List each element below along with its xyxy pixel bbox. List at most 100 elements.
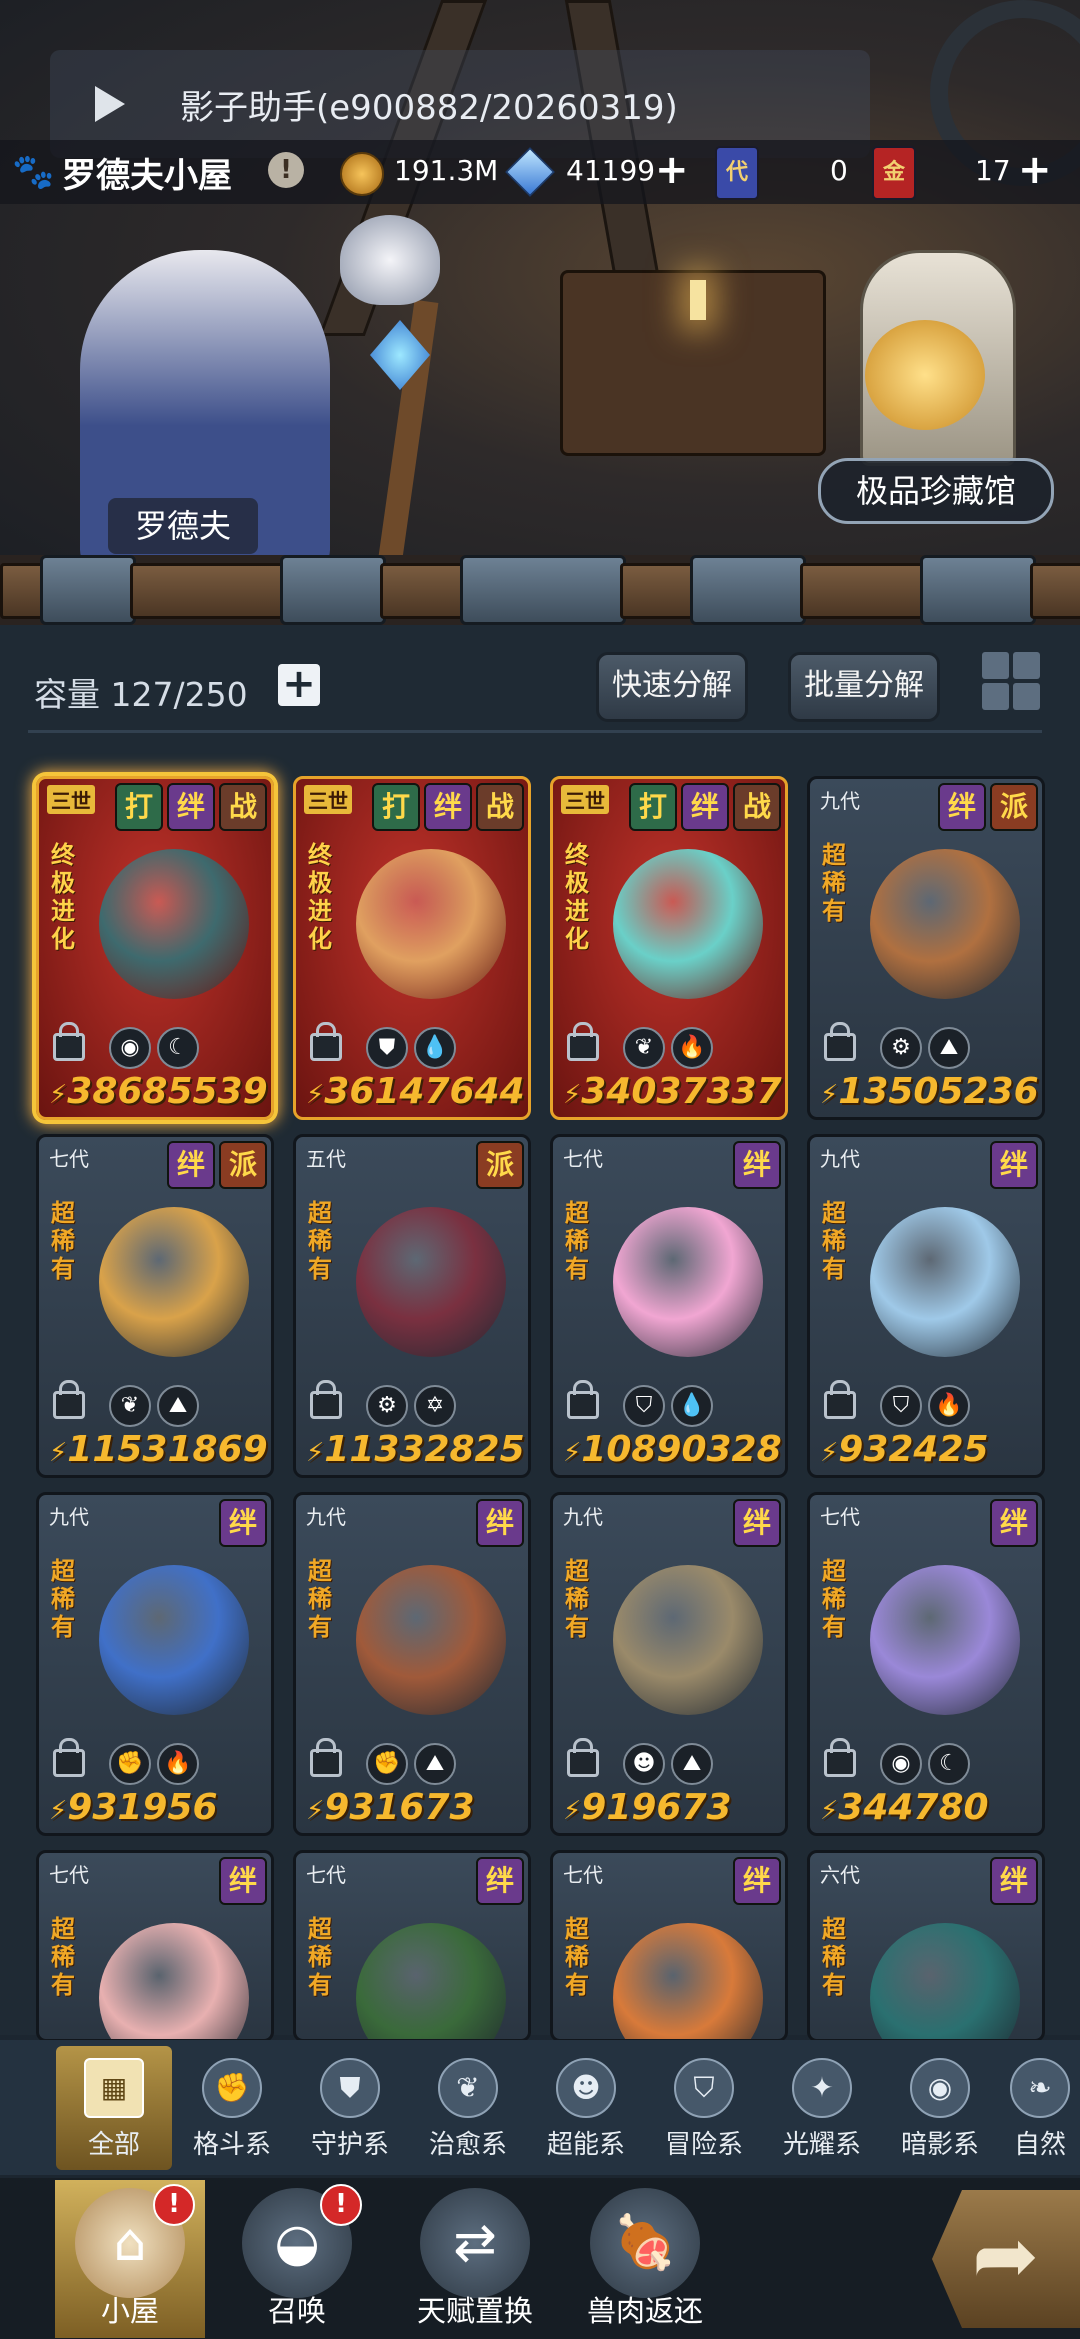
lock-icon[interactable]	[824, 1738, 856, 1777]
grid-view-icon[interactable]	[982, 652, 1040, 710]
combat-power: ⚡38685539	[49, 1071, 268, 1112]
category-label: 格斗系	[192, 2130, 271, 2160]
rarity-label: 终极进化	[308, 841, 332, 953]
category-tab-healing[interactable]: ❦ 治愈系	[410, 2046, 526, 2170]
stone	[40, 555, 136, 625]
expand-capacity-button[interactable]: +	[278, 664, 320, 706]
category-tab-all[interactable]: ▦ 全部	[56, 2046, 172, 2170]
nav-meat-return[interactable]: 🍖 兽肉返还	[570, 2180, 720, 2338]
nav-talent-swap[interactable]: ⇄ 天赋置换	[400, 2180, 550, 2338]
lock-icon[interactable]	[53, 1738, 85, 1777]
lock-icon[interactable]	[310, 1022, 342, 1061]
pet-card[interactable]: 七代 绊超稀有	[293, 1850, 531, 2042]
return-arrow-button[interactable]: ➦	[932, 2190, 1080, 2328]
rarity-label: 终极进化	[51, 841, 75, 953]
element-icon: ☾	[928, 1743, 970, 1785]
lock-icon[interactable]	[567, 1738, 599, 1777]
power-icon: ⚡	[820, 1438, 839, 1468]
element-icon: ✡	[414, 1385, 456, 1427]
pet-card[interactable]: 三世打绊战终极进化 ⛊ 💧 ⚡36147644	[293, 776, 531, 1120]
nav-label: 兽肉返还	[586, 2294, 703, 2328]
element-icon: 💧	[671, 1385, 713, 1427]
category-tab-shadow[interactable]: ◉ 暗影系	[882, 2046, 998, 2170]
pet-card[interactable]: 六代 绊超稀有	[807, 1850, 1045, 2042]
creature-portrait	[99, 849, 249, 999]
element-icon: 🔥	[671, 1027, 713, 1069]
category-label: 光耀系	[782, 2130, 861, 2160]
trait-badge: 绊	[476, 1499, 524, 1547]
generation-label: 七代	[306, 1863, 346, 1887]
rarity-label: 超稀有	[51, 1557, 75, 1641]
pet-card[interactable]: 三世打绊战终极进化 ❦ 🔥 ⚡34037337	[550, 776, 788, 1120]
capacity-label: 容量 127/250	[34, 675, 248, 714]
nav-summon[interactable]: ◒ 召唤!	[222, 2180, 372, 2338]
info-exclamation-icon[interactable]: !	[268, 152, 304, 188]
category-tab-psychic[interactable]: ☻ 超能系	[528, 2046, 644, 2170]
category-tab-nature[interactable]: ❧ 自然	[1000, 2046, 1080, 2170]
pet-card[interactable]: 三世打绊战终极进化 ◉ ☾ ⚡38685539	[36, 776, 274, 1120]
pet-card[interactable]: 九代绊超稀有 ✊ ⛰ ⚡931673	[293, 1492, 531, 1836]
coin-icon	[340, 152, 384, 196]
trait-badge: 战	[219, 783, 267, 831]
lock-icon[interactable]	[310, 1380, 342, 1419]
healing-icon: ❦	[438, 2058, 498, 2118]
lock-icon[interactable]	[53, 1022, 85, 1061]
pet-card[interactable]: 九代绊超稀有 ☻ ⛰ ⚡919673	[550, 1492, 788, 1836]
category-tab-fighting[interactable]: ✊ 格斗系	[174, 2046, 290, 2170]
divider	[28, 730, 1042, 733]
category-tab-light[interactable]: ✦ 光耀系	[764, 2046, 880, 2170]
category-tab-guardian[interactable]: ⛊ 守护系	[292, 2046, 408, 2170]
pet-card[interactable]: 七代绊超稀有 ⛉ 💧 ⚡10890328	[550, 1134, 788, 1478]
alert-icon: !	[153, 2184, 195, 2226]
combat-power: ⚡34037337	[563, 1071, 782, 1112]
all-icon: ▦	[84, 2058, 144, 2118]
add-ticket-button[interactable]: +	[1018, 150, 1052, 190]
generation-label: 七代	[820, 1505, 860, 1529]
pet-card[interactable]: 七代绊超稀有 ◉ ☾ ⚡344780	[807, 1492, 1045, 1836]
batch-decompose-button[interactable]: 批量分解	[788, 652, 940, 722]
rarity-label: 超稀有	[565, 1915, 589, 1999]
combat-power-value: 11332825	[324, 1429, 525, 1470]
rarity-label: 终极进化	[565, 841, 589, 953]
category-tab-adventure[interactable]: ⛉ 冒险系	[646, 2046, 762, 2170]
quick-decompose-button[interactable]: 快速分解	[596, 652, 748, 722]
play-icon[interactable]	[95, 86, 125, 122]
lock-icon[interactable]	[567, 1022, 599, 1061]
nature-icon: ❧	[1010, 2058, 1070, 2118]
creature-portrait	[99, 1923, 249, 2039]
house-title[interactable]: 罗德夫小屋	[62, 148, 232, 197]
combat-power-value: 919673	[581, 1787, 732, 1828]
trait-badge: 绊	[733, 1857, 781, 1905]
lock-icon[interactable]	[824, 1022, 856, 1061]
pet-card[interactable]: 七代绊派超稀有 ❦ ⛰ ⚡11531869	[36, 1134, 274, 1478]
nav-house[interactable]: ⌂ 小屋!	[55, 2180, 205, 2338]
pet-card[interactable]: 七代 绊超稀有	[36, 1850, 274, 2042]
lock-icon[interactable]	[824, 1380, 856, 1419]
pet-card[interactable]: 九代绊派超稀有 ⚙ ⛰ ⚡13505236	[807, 776, 1045, 1120]
creature-portrait	[356, 849, 506, 999]
gallery-button[interactable]: 极品珍藏馆	[818, 458, 1054, 524]
creature-portrait	[613, 1923, 763, 2039]
plank	[800, 563, 926, 619]
plank	[620, 563, 696, 619]
arrow-icon: ➦	[972, 2209, 1040, 2302]
add-crystal-button[interactable]: +	[655, 150, 689, 190]
element-icon: ❦	[623, 1027, 665, 1069]
stone	[280, 555, 386, 625]
generation-label: 三世	[304, 785, 352, 814]
pet-card[interactable]: 五代派超稀有 ⚙ ✡ ⚡11332825	[293, 1134, 531, 1478]
element-icon: ⛰	[414, 1743, 456, 1785]
combat-power: ⚡11531869	[49, 1429, 268, 1470]
rarity-label: 超稀有	[822, 1199, 846, 1283]
pet-card[interactable]: 七代 绊超稀有	[550, 1850, 788, 2042]
pet-card[interactable]: 九代绊超稀有 ✊ 🔥 ⚡931956	[36, 1492, 274, 1836]
helper-title: 影子助手(e900882/20260319)	[180, 88, 678, 128]
lock-icon[interactable]	[567, 1380, 599, 1419]
generation-label: 五代	[306, 1147, 346, 1171]
alert-icon: !	[320, 2184, 362, 2226]
rarity-label: 超稀有	[822, 1915, 846, 1999]
lock-icon[interactable]	[53, 1380, 85, 1419]
lock-icon[interactable]	[310, 1738, 342, 1777]
pet-card[interactable]: 九代绊超稀有 ⛉ 🔥 ⚡932425	[807, 1134, 1045, 1478]
element-icon: ⚙	[880, 1027, 922, 1069]
